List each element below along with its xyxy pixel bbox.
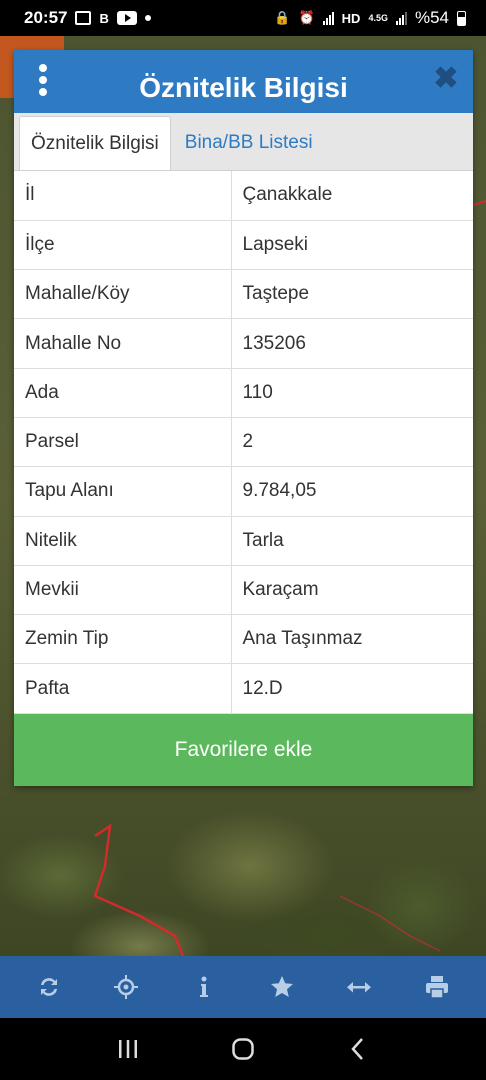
attribute-key: Zemin Tip (14, 614, 232, 665)
attribute-value: Karaçam (231, 565, 473, 616)
attribute-value: Taştepe (231, 269, 473, 320)
table-row: Mahalle No 135206 (14, 318, 473, 369)
attribute-key: Mevkii (14, 565, 232, 616)
gallery-icon (75, 11, 92, 25)
attribute-value: Ana Taşınmaz (231, 614, 473, 665)
print-icon[interactable] (415, 965, 459, 1009)
status-time: 20:57 (24, 8, 68, 27)
table-row: Tapu Alanı 9.784,05 (14, 466, 473, 517)
table-row: Nitelik Tarla (14, 516, 473, 566)
system-nav-bar (0, 1018, 486, 1080)
table-row: Mahalle/Köy Taştepe (14, 269, 473, 320)
status-left: 20:57 B (24, 8, 151, 28)
table-row: Ada 110 (14, 368, 473, 418)
attribute-key: Ada (14, 368, 232, 418)
bottom-toolbar (0, 956, 486, 1018)
table-row: Zemin Tip Ana Taşınmaz (14, 614, 473, 665)
youtube-icon (116, 11, 137, 25)
back-icon[interactable] (338, 1029, 378, 1069)
attribute-key: Parsel (14, 417, 232, 468)
table-row: Pafta 12.D (14, 663, 473, 714)
dialog-header: Öznitelik Bilgisi ✖ (14, 50, 473, 113)
network-type: 4.5G (368, 12, 388, 23)
star-icon[interactable] (260, 965, 304, 1009)
attribute-value: Tarla (231, 516, 473, 566)
status-bar: 20:57 B 🔒 ⏰ HD 4.5G %54 (0, 0, 486, 36)
home-icon[interactable] (223, 1029, 263, 1069)
close-icon[interactable]: ✖ (431, 64, 461, 94)
alarm-icon: ⏰ (298, 10, 315, 25)
refresh-icon[interactable] (27, 965, 71, 1009)
attribute-key: Mahalle No (14, 318, 232, 369)
table-row: İl Çanakkale (14, 171, 473, 221)
signal-icon (322, 11, 334, 25)
attribute-value: 9.784,05 (231, 466, 473, 517)
dialog-title: Öznitelik Bilgisi (139, 71, 348, 103)
recent-apps-icon[interactable] (108, 1029, 148, 1069)
attribute-key: İlçe (14, 220, 232, 271)
attribute-value: Çanakkale (231, 171, 473, 221)
attribute-value: 2 (231, 417, 473, 468)
volte-icon: HD (341, 10, 361, 26)
table-row: Mevkii Karaçam (14, 565, 473, 616)
battery-percent: %54 (414, 8, 449, 27)
attribute-key: İl (14, 171, 232, 221)
lock-icon: 🔒 (274, 10, 291, 25)
measure-icon[interactable] (337, 965, 381, 1009)
attribute-value: 110 (231, 368, 473, 418)
attribute-value: 135206 (231, 318, 473, 369)
table-row: İlçe Lapseki (14, 220, 473, 271)
locate-icon[interactable] (104, 965, 148, 1009)
attribute-dialog: Öznitelik Bilgisi ✖ Öznitelik Bilgisi Bi… (14, 50, 473, 786)
info-icon[interactable] (182, 965, 226, 1009)
battery-icon (457, 10, 466, 26)
tab-building-list[interactable]: Bina/BB Listesi (171, 116, 324, 170)
attribute-key: Nitelik (14, 516, 232, 566)
attribute-value: 12.D (231, 663, 473, 714)
status-right: 🔒 ⏰ HD 4.5G %54 (274, 8, 466, 28)
attribute-value: Lapseki (231, 220, 473, 271)
table-row: Parsel 2 (14, 417, 473, 468)
tab-attribute-info[interactable]: Öznitelik Bilgisi (19, 116, 171, 170)
app-badge-icon: B (99, 10, 109, 26)
attribute-key: Tapu Alanı (14, 466, 232, 517)
attribute-key: Mahalle/Köy (14, 269, 232, 320)
attribute-key: Pafta (14, 663, 232, 714)
attribute-table: İl Çanakkale İlçe Lapseki Mahalle/Köy Taştepe… (14, 171, 473, 714)
notification-dot-icon (144, 15, 151, 21)
more-menu-icon[interactable] (36, 64, 50, 96)
add-favorite-button[interactable]: Favorilere ekle (14, 714, 473, 786)
tab-bar: Öznitelik Bilgisi Bina/BB Listesi (14, 113, 473, 171)
signal-2-icon (395, 11, 407, 25)
